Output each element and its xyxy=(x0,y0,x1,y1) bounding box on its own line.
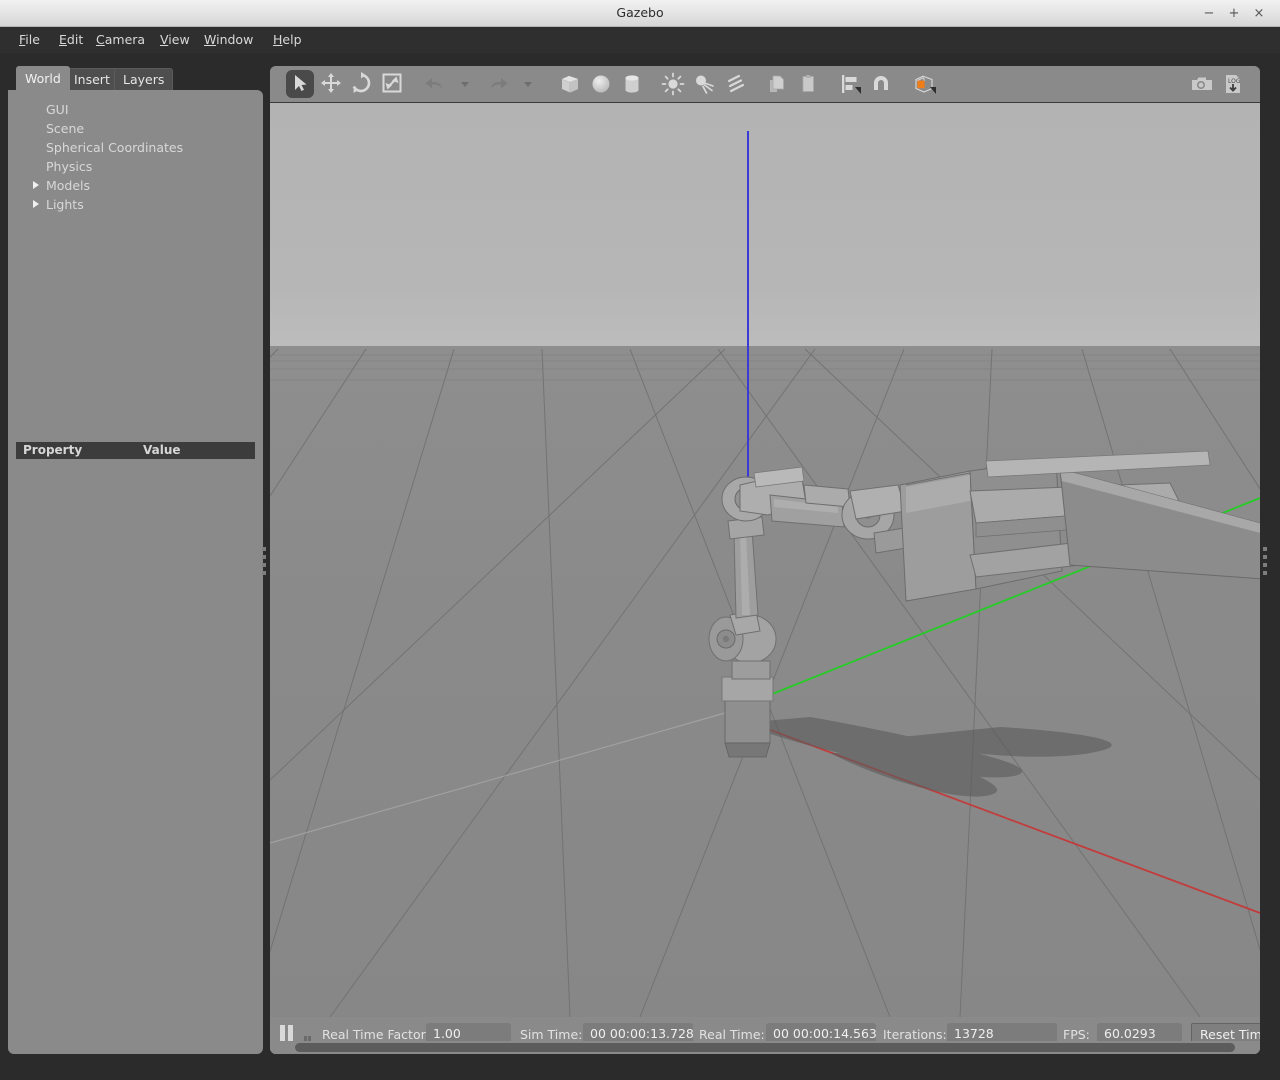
menu-edit-mnemonic: E xyxy=(59,32,67,47)
sphere-icon xyxy=(592,75,610,93)
left-panel: World Insert Layers GUI Scene Spherical … xyxy=(8,66,263,1054)
redo-button[interactable] xyxy=(484,70,512,98)
cylinder-icon xyxy=(625,75,639,93)
align-button[interactable] xyxy=(836,70,864,98)
insert-cylinder-button[interactable] xyxy=(618,70,646,98)
right-panel-splitter-handle[interactable] xyxy=(1262,547,1269,583)
undo-history-caret-icon[interactable] xyxy=(461,82,469,87)
redo-history-caret-icon[interactable] xyxy=(524,82,532,87)
menu-window-mnemonic: W xyxy=(204,32,217,47)
redo-arrow-icon xyxy=(490,78,508,89)
tree-item-physics[interactable]: Physics xyxy=(8,157,263,176)
tree-item-gui[interactable]: GUI xyxy=(8,100,263,119)
world-panel-body: GUI Scene Spherical Coordinates Physics … xyxy=(8,90,263,1054)
copy-icon xyxy=(770,75,784,92)
tab-world[interactable]: World xyxy=(16,66,70,91)
menu-file-rest: ile xyxy=(25,32,40,47)
robot-arm-model[interactable] xyxy=(270,103,1260,1017)
chevron-right-icon[interactable] xyxy=(33,200,39,208)
menu-bar: File Edit Camera View Window Help xyxy=(0,27,1280,53)
cursor-arrow-icon xyxy=(295,75,307,91)
menu-window[interactable]: Window xyxy=(197,27,260,53)
tree-item-models[interactable]: Models xyxy=(8,176,263,195)
menu-camera-rest: amera xyxy=(104,32,146,47)
editor-toolbar: LOG xyxy=(270,66,1260,103)
tree-item-scene[interactable]: Scene xyxy=(8,119,263,138)
select-mode-button[interactable] xyxy=(286,70,314,98)
spot-light-icon xyxy=(696,75,714,94)
render-panel: LOG Real Time Factor: 1.00 Sim Time: 00 … xyxy=(270,66,1260,1054)
world-tree: GUI Scene Spherical Coordinates Physics … xyxy=(8,100,263,214)
rotate-icon xyxy=(352,72,371,93)
menu-help[interactable]: Help xyxy=(266,27,309,53)
panel-tab-bar: World Insert Layers xyxy=(8,66,263,91)
menu-file[interactable]: File xyxy=(12,27,47,53)
tab-layers[interactable]: Layers xyxy=(114,68,174,90)
undo-arrow-icon xyxy=(425,78,443,89)
insert-sphere-button[interactable] xyxy=(587,70,615,98)
paste-button[interactable] xyxy=(795,70,823,98)
directional-light-icon xyxy=(727,74,745,93)
point-light-icon xyxy=(661,72,685,96)
tree-item-label: Physics xyxy=(46,159,93,174)
value-column-header: Value xyxy=(143,443,181,457)
menu-edit-rest: dit xyxy=(66,32,84,47)
tree-item-label: Lights xyxy=(46,197,84,212)
align-dropdown-icon[interactable] xyxy=(855,87,861,94)
scale-icon xyxy=(382,73,402,93)
undo-button[interactable] xyxy=(421,70,449,98)
3d-viewport[interactable] xyxy=(270,103,1260,1017)
snap-button[interactable] xyxy=(867,70,895,98)
svg-text:LOG: LOG xyxy=(1228,78,1241,85)
spot-light-button[interactable] xyxy=(690,70,718,98)
insert-box-button[interactable] xyxy=(556,70,584,98)
translate-mode-button[interactable] xyxy=(317,70,345,98)
menu-help-rest: elp xyxy=(282,32,302,47)
model-shadow xyxy=(740,717,1112,797)
tree-item-spherical-coordinates[interactable]: Spherical Coordinates xyxy=(8,138,263,157)
point-light-button[interactable] xyxy=(659,70,687,98)
scale-mode-button[interactable] xyxy=(378,70,406,98)
log-button[interactable]: LOG xyxy=(1219,70,1247,98)
paste-icon xyxy=(802,75,814,92)
property-column-header: Property xyxy=(23,443,83,457)
view-angle-dropdown-icon[interactable] xyxy=(930,87,936,94)
menu-help-mnemonic: H xyxy=(273,32,283,47)
horizontal-scrollbar-thumb[interactable] xyxy=(295,1043,1235,1052)
menu-view-rest: iew xyxy=(168,32,190,47)
log-download-icon: LOG xyxy=(1226,75,1241,93)
minimize-button[interactable]: − xyxy=(1200,5,1218,23)
menu-view[interactable]: View xyxy=(153,27,197,53)
window-title-bar: Gazebo − + × xyxy=(0,0,1280,27)
tree-item-lights[interactable]: Lights xyxy=(8,195,263,214)
magnet-snap-icon xyxy=(874,76,888,90)
maximize-button[interactable]: + xyxy=(1225,5,1243,23)
tree-item-label: Models xyxy=(46,178,91,193)
menu-camera-mnemonic: C xyxy=(96,32,105,47)
window-title: Gazebo xyxy=(616,5,664,20)
robot-gripper xyxy=(899,450,1260,602)
tree-item-label: Scene xyxy=(46,121,85,136)
tree-item-label: Spherical Coordinates xyxy=(46,140,184,155)
directional-light-button[interactable] xyxy=(722,70,750,98)
left-panel-splitter-handle[interactable] xyxy=(261,547,268,583)
menu-camera[interactable]: Camera xyxy=(89,27,152,53)
horizontal-scrollbar-track[interactable] xyxy=(270,1041,1260,1054)
box-icon xyxy=(561,76,579,93)
menu-edit[interactable]: Edit xyxy=(52,27,90,53)
rotate-mode-button[interactable] xyxy=(347,70,375,98)
camera-icon xyxy=(1192,77,1212,90)
tab-insert[interactable]: Insert xyxy=(65,68,119,90)
tree-item-label: GUI xyxy=(46,102,69,117)
property-table-header: Property Value xyxy=(16,442,255,459)
robot-base xyxy=(721,676,774,758)
menu-window-rest: indow xyxy=(216,32,254,47)
view-angle-button[interactable] xyxy=(910,70,938,98)
chevron-right-icon[interactable] xyxy=(33,181,39,189)
copy-button[interactable] xyxy=(764,70,792,98)
screenshot-button[interactable] xyxy=(1188,70,1216,98)
move-arrows-icon xyxy=(321,73,341,93)
close-button[interactable]: × xyxy=(1250,5,1268,23)
